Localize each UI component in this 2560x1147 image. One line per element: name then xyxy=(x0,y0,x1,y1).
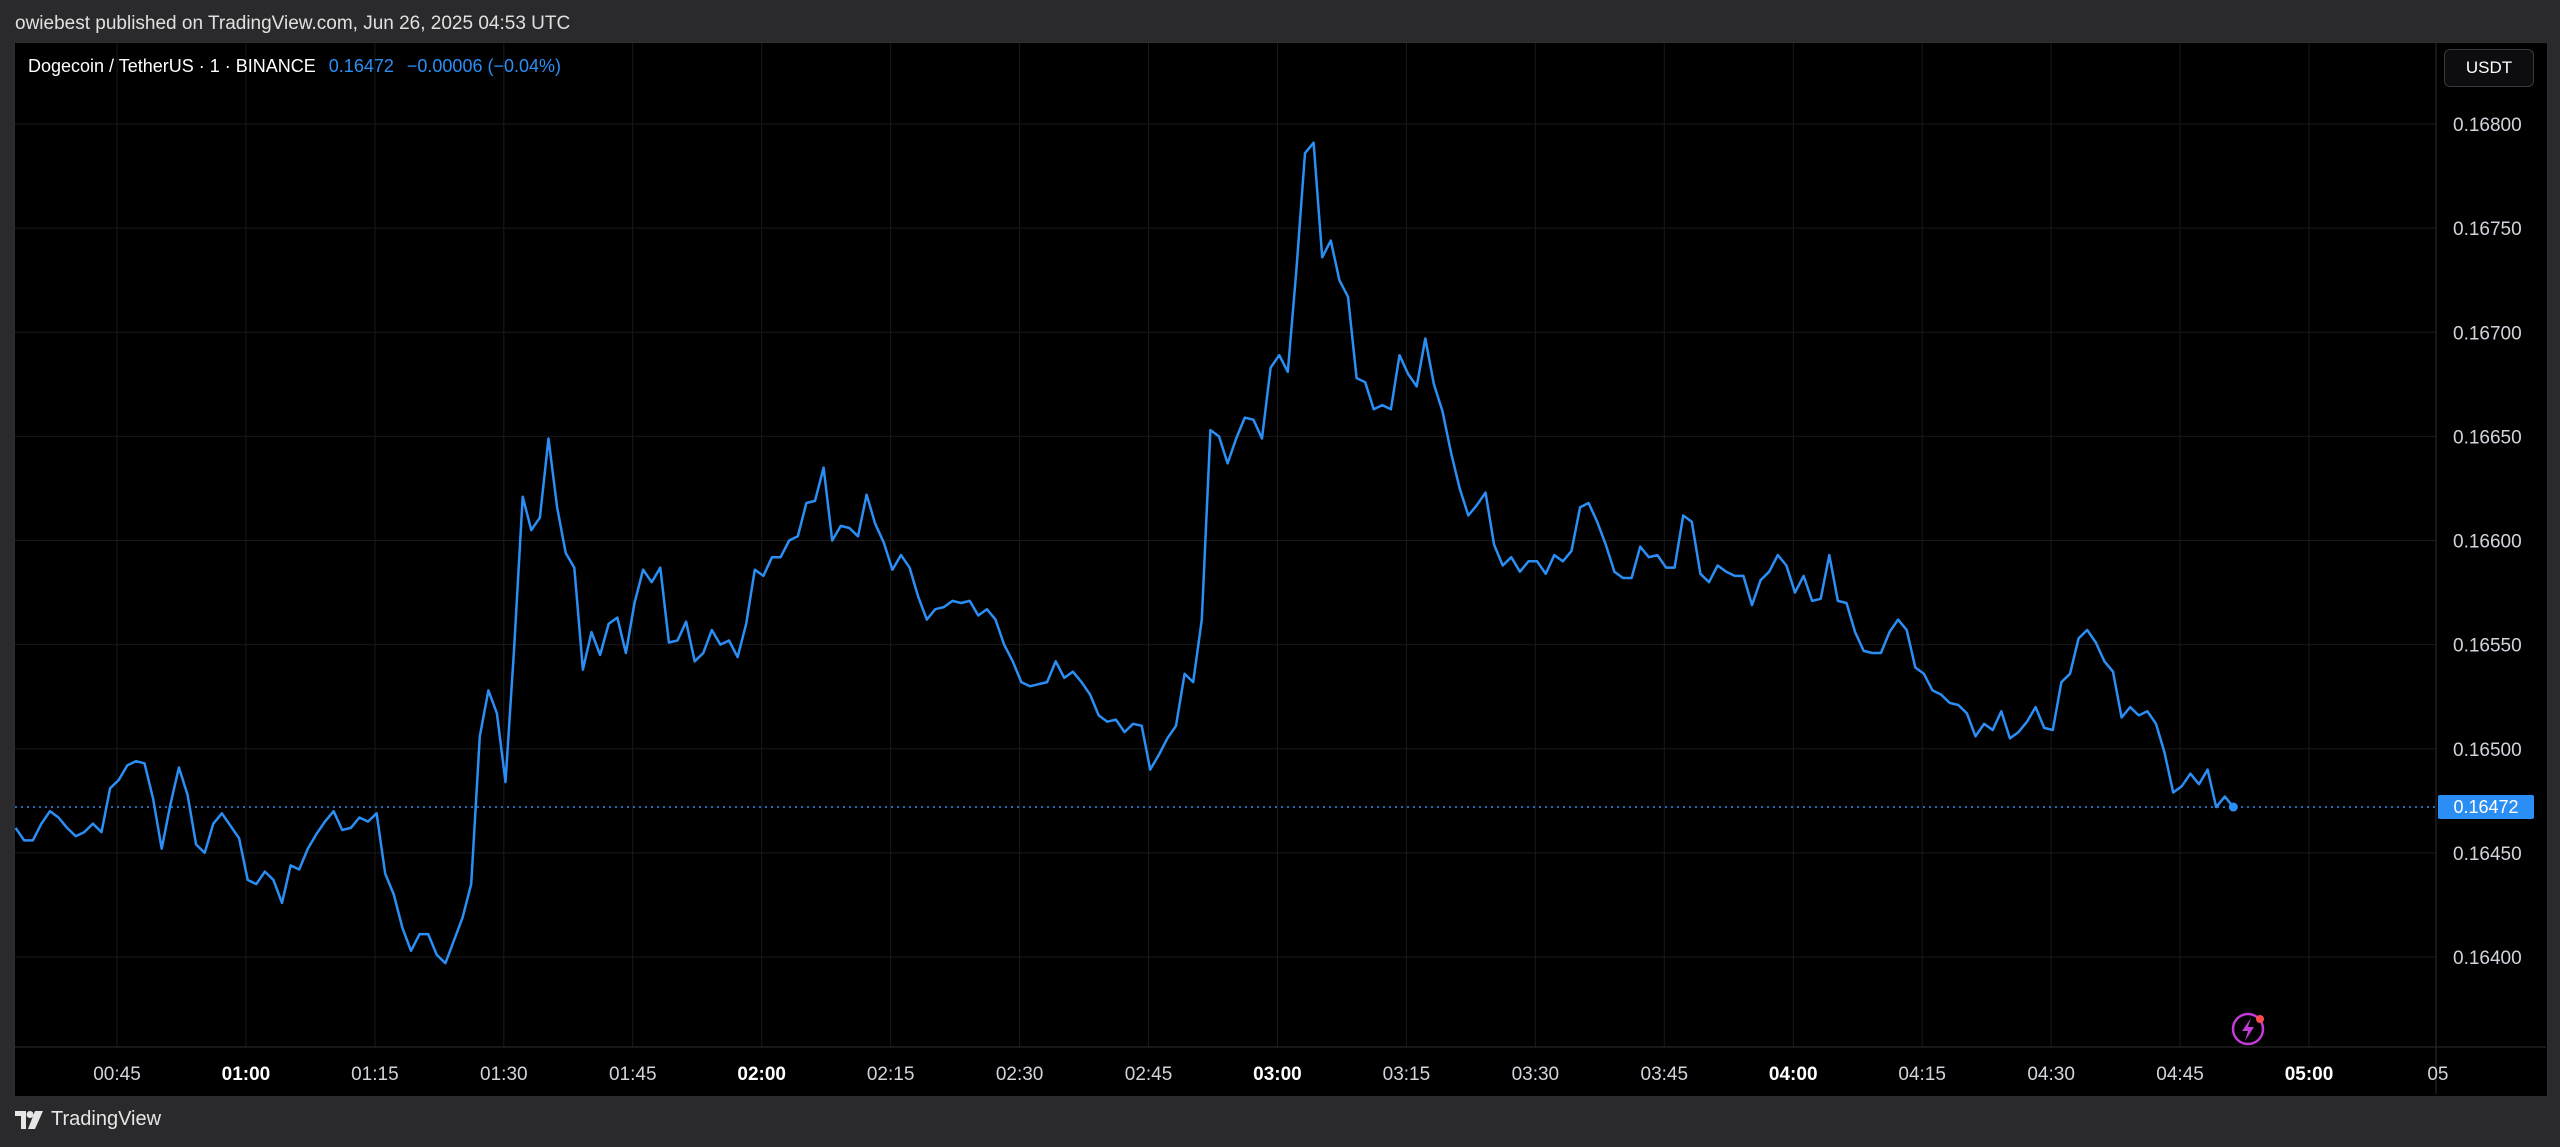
y-tick-label: 0.16750 xyxy=(2453,219,2522,240)
tradingview-logo-icon xyxy=(15,1110,43,1129)
last-price-tag-text: 0.16472 xyxy=(2453,797,2518,817)
price-series-line xyxy=(14,141,2235,965)
x-tick-label: 02:45 xyxy=(1125,1064,1173,1085)
lightning-badge-icon[interactable] xyxy=(2231,1012,2265,1046)
x-tick-label: 04:00 xyxy=(1769,1064,1818,1085)
symbol-change: −0.00006 (−0.04%) xyxy=(406,56,562,76)
x-tick-label: 02:00 xyxy=(737,1064,786,1085)
y-tick-label: 0.16600 xyxy=(2453,532,2522,553)
x-tick-label: 04:30 xyxy=(2027,1064,2075,1085)
x-tick-label: 04:45 xyxy=(2156,1064,2204,1085)
x-tick-label: 03:15 xyxy=(1383,1064,1431,1085)
symbol-name: Dogecoin / TetherUS · 1 · BINANCE xyxy=(28,56,316,76)
x-tick-label: 02:15 xyxy=(867,1064,915,1085)
symbol-legend[interactable]: Dogecoin / TetherUS · 1 · BINANCE 0.1647… xyxy=(28,56,561,77)
x-tick-label: 01:00 xyxy=(222,1064,271,1085)
price-axis: 0.16400 0.16450 0.16500 0.16550 0.16600 0.166… xyxy=(2453,115,2522,969)
y-tick-label: 0.16400 xyxy=(2453,948,2522,969)
y-tick-label: 0.16700 xyxy=(2453,323,2522,344)
x-tick-label: 01:15 xyxy=(351,1064,399,1085)
x-tick-label: 05:00 xyxy=(2285,1064,2334,1085)
y-tick-label: 0.16450 xyxy=(2453,844,2522,865)
y-tick-label: 0.16650 xyxy=(2453,427,2522,448)
x-tick-label: 03:00 xyxy=(1253,1064,1302,1085)
x-tick-label: 05 xyxy=(2427,1064,2448,1085)
x-tick-label: 01:30 xyxy=(480,1064,528,1085)
symbol-price: 0.16472 xyxy=(328,56,394,76)
x-tick-label: 03:30 xyxy=(1512,1064,1560,1085)
x-tick-label: 04:15 xyxy=(1898,1064,1946,1085)
last-price-dot xyxy=(2228,802,2238,812)
x-tick-label: 00:45 xyxy=(93,1064,141,1085)
time-axis: 00:45 01:00 01:15 01:30 01:45 02:00 02:15 02:30… xyxy=(93,1064,2448,1085)
tradingview-logo-text: TradingView xyxy=(51,1108,162,1130)
grid-layer xyxy=(15,43,2546,1094)
footer-bar xyxy=(0,1096,2560,1147)
y-tick-label: 0.16500 xyxy=(2453,740,2522,761)
currency-button[interactable]: USDT xyxy=(2444,49,2534,87)
x-tick-label: 01:45 xyxy=(609,1064,657,1085)
chart-svg[interactable]: 0.16400 0.16450 0.16500 0.16550 0.16600 0.166… xyxy=(0,0,2560,1147)
x-tick-label: 03:45 xyxy=(1641,1064,1689,1085)
y-tick-label: 0.16550 xyxy=(2453,636,2522,657)
last-price-tag: 0.16472 xyxy=(2438,795,2534,820)
y-tick-label: 0.16800 xyxy=(2453,115,2522,136)
tradingview-logo[interactable]: TradingView xyxy=(15,1108,161,1131)
x-tick-label: 02:30 xyxy=(996,1064,1044,1085)
